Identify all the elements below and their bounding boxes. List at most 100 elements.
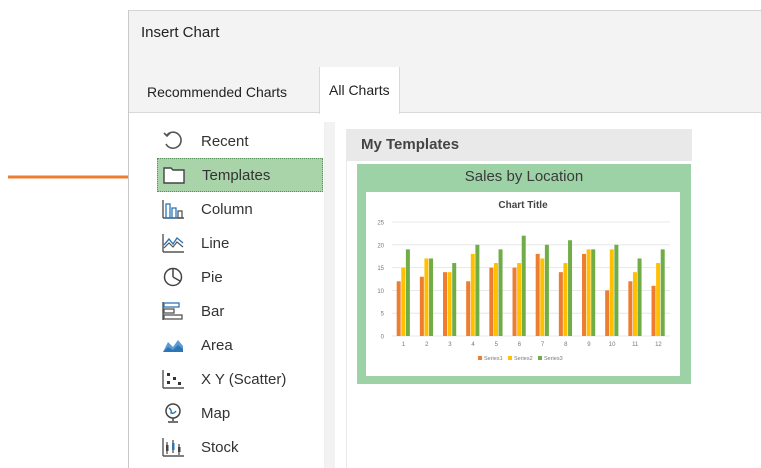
bar-series3-6 xyxy=(521,235,526,336)
y-tick-label: 20 xyxy=(377,243,384,249)
chart-preview: Chart Title 0 5 10 15 20 25 1 2 3 4 5 6 7 8 9 10 11 12 Seri… xyxy=(366,192,680,376)
category-line[interactable]: Line xyxy=(157,226,323,260)
bar-series1-8 xyxy=(558,272,563,336)
category-bar[interactable]: Bar xyxy=(157,294,323,328)
category-label: Line xyxy=(201,234,230,252)
bar-series2-11 xyxy=(632,272,637,336)
x-tick-label: 10 xyxy=(609,342,616,348)
category-stock[interactable]: Stock xyxy=(157,430,323,464)
bar-series2-12 xyxy=(656,263,661,336)
bar-series1-3 xyxy=(443,272,448,336)
bar-series1-1 xyxy=(396,281,401,336)
category-map[interactable]: Map xyxy=(157,396,323,430)
bar-series2-10 xyxy=(609,249,614,336)
bar-series3-3 xyxy=(452,263,457,336)
bar-series1-10 xyxy=(605,290,610,336)
x-tick-label: 9 xyxy=(587,342,591,348)
category-label: Templates xyxy=(202,166,271,184)
bar-series3-5 xyxy=(498,249,503,336)
bar-series3-4 xyxy=(475,244,480,336)
dialog-content: Recent Templates Column Line Pie Bar Are… xyxy=(129,114,761,468)
tab-recommended-charts[interactable]: Recommended Charts xyxy=(138,69,296,115)
x-tick-label: 8 xyxy=(564,342,568,348)
bar-series1-9 xyxy=(582,253,587,336)
chart-type-list: Recent Templates Column Line Pie Bar Are… xyxy=(149,122,325,468)
bar-series3-9 xyxy=(591,249,596,336)
map-chart-icon xyxy=(160,401,186,425)
bar-series2-6 xyxy=(517,263,522,336)
legend-label: Series2 xyxy=(514,356,533,362)
bar-series3-8 xyxy=(568,240,573,336)
category-label: Bar xyxy=(201,302,225,320)
bar-series3-7 xyxy=(544,244,549,336)
category-label: X Y (Scatter) xyxy=(201,370,287,388)
bar-series1-12 xyxy=(651,285,656,336)
insert-chart-dialog: Insert Chart Recommended Charts All Char… xyxy=(128,10,761,468)
bar-series2-3 xyxy=(447,272,452,336)
chart-title: Chart Title xyxy=(498,200,548,211)
panel-divider xyxy=(325,122,335,468)
category-templates[interactable]: Templates xyxy=(157,158,323,192)
bar-series1-11 xyxy=(628,281,633,336)
bar-series2-8 xyxy=(563,263,568,336)
dialog-titlebar: Insert Chart xyxy=(129,11,761,67)
y-tick-label: 25 xyxy=(377,221,384,227)
category-label: Map xyxy=(201,404,231,422)
bar-series3-1 xyxy=(405,249,410,336)
tab-all-charts[interactable]: All Charts xyxy=(319,67,400,114)
x-tick-label: 1 xyxy=(402,342,406,348)
y-tick-label: 0 xyxy=(381,335,385,341)
area-chart-icon xyxy=(160,333,186,357)
chart-preview-svg: Chart Title05101520251 2 3 4 5 6 7 8 9 10 11 12Seri… xyxy=(377,200,670,362)
legend-swatch-series1 xyxy=(478,356,482,360)
x-tick-label: 7 xyxy=(541,342,545,348)
bar-series1-7 xyxy=(535,253,540,336)
pie-chart-icon xyxy=(160,265,186,289)
x-tick-label: 12 xyxy=(655,342,662,348)
recent-icon xyxy=(160,129,186,153)
y-tick-label: 15 xyxy=(377,266,384,272)
bar-series2-7 xyxy=(540,258,545,336)
column-chart-icon xyxy=(160,197,186,221)
line-chart-icon xyxy=(160,231,186,255)
stock-chart-icon xyxy=(160,435,186,459)
bar-series2-9 xyxy=(586,249,591,336)
bar-series3-10 xyxy=(614,244,619,336)
y-tick-label: 10 xyxy=(377,289,384,295)
template-name: Sales by Location xyxy=(464,168,584,185)
bar-series1-4 xyxy=(466,281,471,336)
category-label: Column xyxy=(201,200,253,218)
bar-series3-2 xyxy=(429,258,434,336)
bar-series1-2 xyxy=(419,276,424,336)
legend-swatch-series3 xyxy=(538,356,542,360)
bar-series1-6 xyxy=(512,267,517,336)
x-tick-label: 2 xyxy=(425,342,429,348)
category-scatter[interactable]: X Y (Scatter) xyxy=(157,362,323,396)
bar-series2-4 xyxy=(470,253,475,336)
legend-label: Series3 xyxy=(544,356,563,362)
category-pie[interactable]: Pie xyxy=(157,260,323,294)
dialog-title: Insert Chart xyxy=(141,24,220,41)
bar-series2-5 xyxy=(493,263,498,336)
category-area[interactable]: Area xyxy=(157,328,323,362)
x-tick-label: 6 xyxy=(518,342,522,348)
bar-series1-5 xyxy=(489,267,494,336)
folder-icon xyxy=(161,163,187,187)
templates-header: My Templates xyxy=(347,129,692,161)
bar-series2-1 xyxy=(401,267,406,336)
category-label: Area xyxy=(201,336,233,354)
category-recent[interactable]: Recent xyxy=(157,124,323,158)
category-column[interactable]: Column xyxy=(157,192,323,226)
bar-series3-11 xyxy=(637,258,642,336)
x-tick-label: 5 xyxy=(495,342,499,348)
bar-series2-2 xyxy=(424,258,429,336)
templates-panel: My Templates Sales by Location Chart Tit… xyxy=(346,129,692,468)
templates-header-label: My Templates xyxy=(361,136,460,153)
category-label: Stock xyxy=(201,438,239,456)
bar-chart-icon xyxy=(160,299,186,323)
category-label: Recent xyxy=(201,132,249,150)
legend-swatch-series2 xyxy=(508,356,512,360)
y-tick-label: 5 xyxy=(381,312,385,318)
x-tick-label: 3 xyxy=(448,342,452,348)
template-card-sales-by-location[interactable]: Sales by Location Chart Title 0 5 10 15 20 25 1… xyxy=(357,164,691,384)
